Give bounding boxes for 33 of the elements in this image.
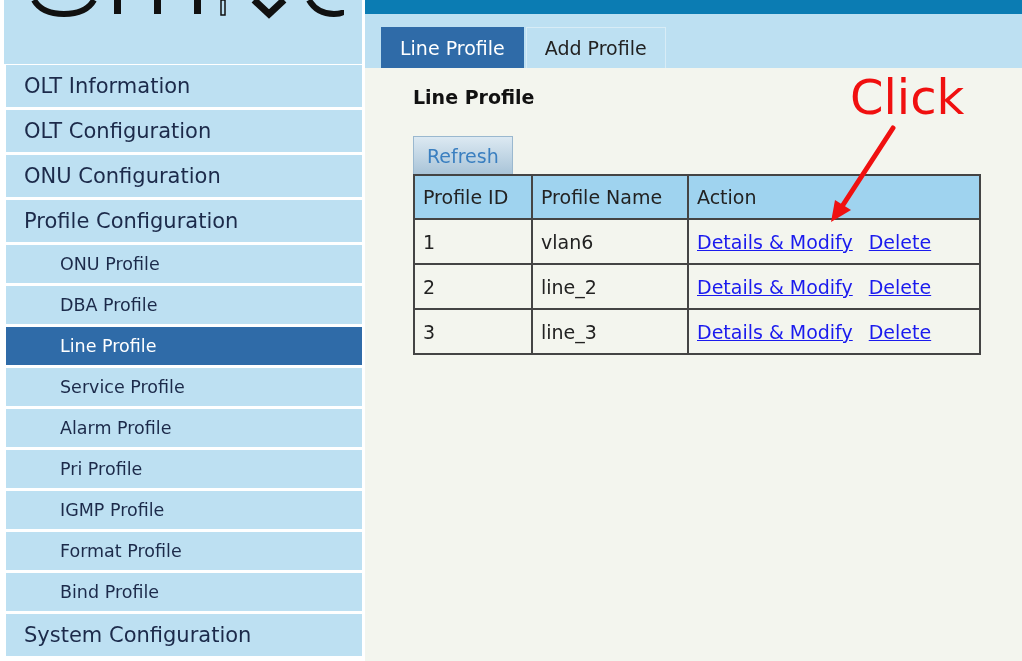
sidebar-item[interactable]: OLT Configuration	[6, 110, 362, 152]
table-cell: line_3	[532, 309, 688, 354]
column-header: Action	[688, 175, 980, 219]
column-header: Profile ID	[414, 175, 532, 219]
table-cell: 3	[414, 309, 532, 354]
sidebar-item[interactable]: Bind Profile	[6, 573, 362, 611]
action-link[interactable]: Delete	[868, 320, 932, 343]
action-link[interactable]: Delete	[868, 275, 932, 298]
sidebar-item[interactable]: Format Profile	[6, 532, 362, 570]
table-cell: line_2	[532, 264, 688, 309]
sidebar-item[interactable]: DBA Profile	[6, 286, 362, 324]
sidebar-item[interactable]: ONU Configuration	[6, 155, 362, 197]
table-cell: 1	[414, 219, 532, 264]
sidebar-item[interactable]: System Configuration	[6, 614, 362, 656]
action-link[interactable]: Details & Modify	[697, 275, 853, 298]
sidebar-item[interactable]: Pri Profile	[6, 450, 362, 488]
action-link[interactable]: Details & Modify	[697, 230, 853, 253]
sidebar-item[interactable]: ONU Profile	[6, 245, 362, 283]
column-header: Profile Name	[532, 175, 688, 219]
page-title: Line Profile	[413, 86, 535, 108]
table-cell: 2	[414, 264, 532, 309]
action-link[interactable]: Delete	[868, 230, 932, 253]
sidebar-item[interactable]: IGMP Profile	[6, 491, 362, 529]
annotation-text: Click	[850, 69, 965, 125]
sidebar-item[interactable]: Profile Configuration	[6, 200, 362, 242]
tab[interactable]: Line Profile	[381, 27, 524, 68]
action-link[interactable]: Details & Modify	[697, 320, 853, 343]
table-cell: vlan6	[532, 219, 688, 264]
sidebar-item[interactable]: Line Profile	[6, 327, 362, 365]
tab[interactable]: Add Profile	[525, 27, 666, 68]
sidebar-item[interactable]: OLT Information	[6, 65, 362, 107]
sidebar-item[interactable]: Alarm Profile	[6, 409, 362, 447]
sidebar-item[interactable]: Service Profile	[6, 368, 362, 406]
